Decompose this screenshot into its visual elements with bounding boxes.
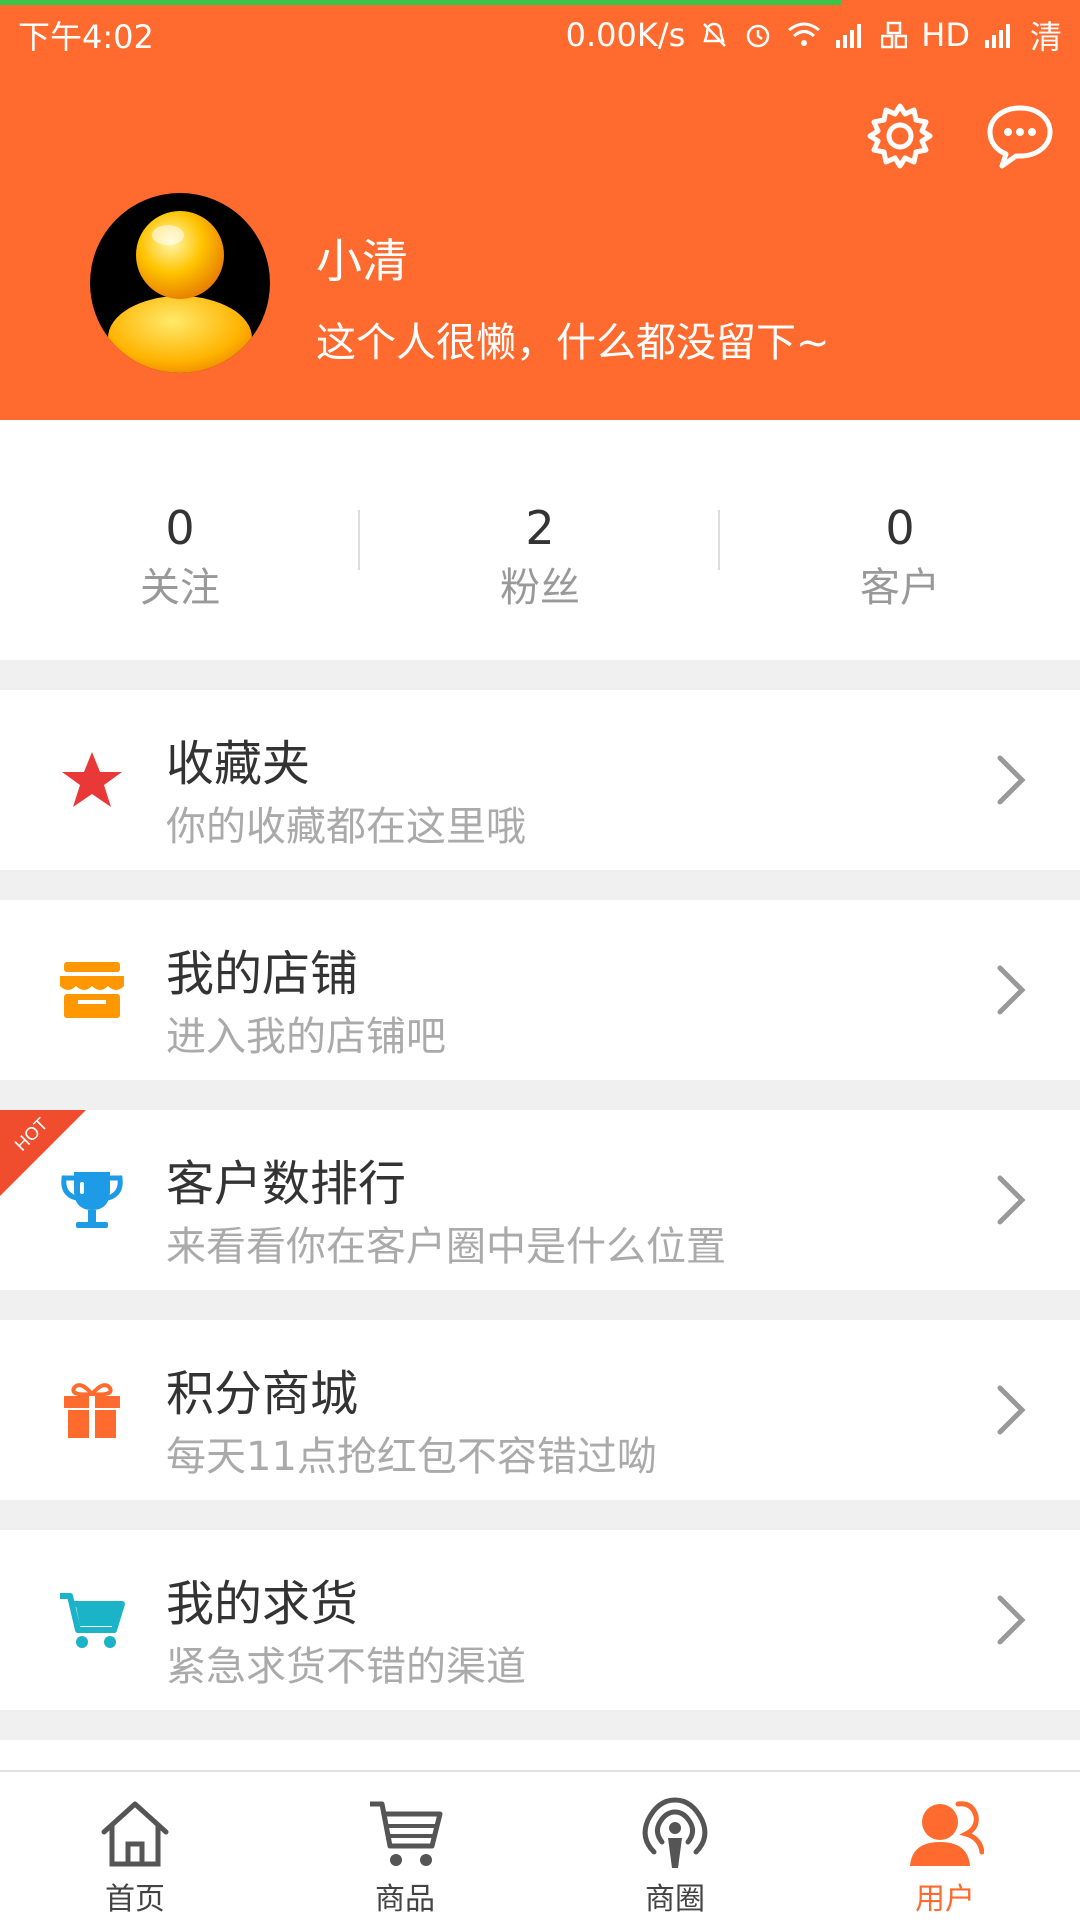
settings-gear-icon[interactable] [864, 100, 936, 172]
stat-label: 粉丝 [500, 565, 580, 611]
net-speed: 0.00K/s [565, 16, 686, 54]
nav-business-circle[interactable]: 商圈 [540, 1772, 810, 1922]
nav-user[interactable]: 用户 [810, 1772, 1080, 1922]
message-bubble-icon[interactable] [984, 100, 1056, 172]
nav-label: 首页 [105, 1882, 165, 1917]
menu-item-favorites[interactable]: 收藏夹 你的收藏都在这里哦 [0, 690, 1080, 870]
mute-bell-icon [703, 22, 727, 47]
menu-item-customer-ranking[interactable]: HOT 客户数排行 来看看你在客户圈中是什么位置 [0, 1110, 1080, 1290]
user-name: 小清 [316, 234, 408, 288]
stat-value: 0 [165, 501, 195, 555]
nav-label: 商品 [375, 1882, 435, 1917]
nav-products[interactable]: 商品 [270, 1772, 540, 1922]
user-avatar-icon [108, 211, 252, 373]
menu-title: 我的求货 [166, 1576, 359, 1632]
menu-subtitle: 进入我的店铺吧 [166, 1014, 446, 1060]
home-icon [101, 1801, 169, 1867]
nav-home[interactable]: 首页 [0, 1772, 270, 1922]
cart-icon [60, 1593, 125, 1648]
chevron-right-icon [997, 755, 1026, 805]
user-icon [910, 1801, 984, 1866]
chevron-right-icon [997, 1385, 1026, 1435]
chevron-right-icon [997, 965, 1026, 1015]
stat-fans[interactable]: 2 粉丝 [360, 500, 720, 616]
stats-panel: 0 关注 2 粉丝 0 客户 [0, 420, 1080, 660]
nav-label: 商圈 [645, 1882, 705, 1917]
wifi-icon [788, 22, 821, 46]
sim-icon [881, 21, 908, 49]
stat-divider [358, 510, 360, 570]
stat-label: 关注 [140, 565, 220, 611]
chevron-right-icon [997, 1175, 1026, 1225]
cart-icon [370, 1801, 443, 1866]
stat-label: 客户 [860, 565, 940, 611]
alarm-icon [747, 24, 770, 48]
menu-subtitle: 每天11点抢红包不容错过呦 [166, 1434, 657, 1480]
stat-value: 2 [525, 501, 555, 555]
menu-title: 我的店铺 [166, 946, 359, 1002]
status-time: 下午4:02 [18, 18, 154, 56]
stat-following[interactable]: 0 关注 [0, 500, 360, 616]
stat-value: 0 [885, 501, 915, 555]
menu-title: 积分商城 [166, 1366, 359, 1422]
menu-subtitle: 你的收藏都在这里哦 [166, 804, 526, 850]
status-bar: 下午4:02 0.00K/s HD 清 [0, 0, 1080, 64]
menu-title: 客户数排行 [166, 1156, 407, 1212]
star-icon [62, 752, 122, 807]
menu-item-my-requests[interactable]: 我的求货 紧急求货不错的渠道 [0, 1530, 1080, 1710]
bottom-nav: 首页 商品 商圈 用户 [0, 1770, 1080, 1922]
carrier-label-2: 清 [1029, 18, 1062, 56]
stat-divider [718, 510, 720, 570]
menu-title: 收藏夹 [166, 736, 311, 792]
store-icon [60, 962, 124, 1018]
signal-icon [984, 24, 1010, 48]
signal-icon [836, 24, 862, 48]
chevron-right-icon [997, 1595, 1026, 1645]
menu-item-partial [0, 1740, 1080, 1770]
menu-subtitle: 紧急求货不错的渠道 [166, 1644, 526, 1690]
gift-icon [64, 1383, 120, 1438]
avatar[interactable] [90, 193, 270, 373]
stat-customers[interactable]: 0 客户 [720, 500, 1080, 616]
nav-label: 用户 [915, 1882, 975, 1917]
user-bio: 这个人很懒，什么都没留下~ [316, 320, 830, 366]
carrier-label: HD [921, 16, 970, 54]
broadcast-icon [642, 1797, 708, 1868]
trophy-icon [61, 1172, 123, 1228]
menu-item-points-mall[interactable]: 积分商城 每天11点抢红包不容错过呦 [0, 1320, 1080, 1500]
profile-header: 下午4:02 0.00K/s HD 清 小清 这个人很懒，什么都没留下~ [0, 0, 1080, 420]
menu-subtitle: 来看看你在客户圈中是什么位置 [166, 1224, 726, 1270]
menu-item-my-store[interactable]: 我的店铺 进入我的店铺吧 [0, 900, 1080, 1080]
